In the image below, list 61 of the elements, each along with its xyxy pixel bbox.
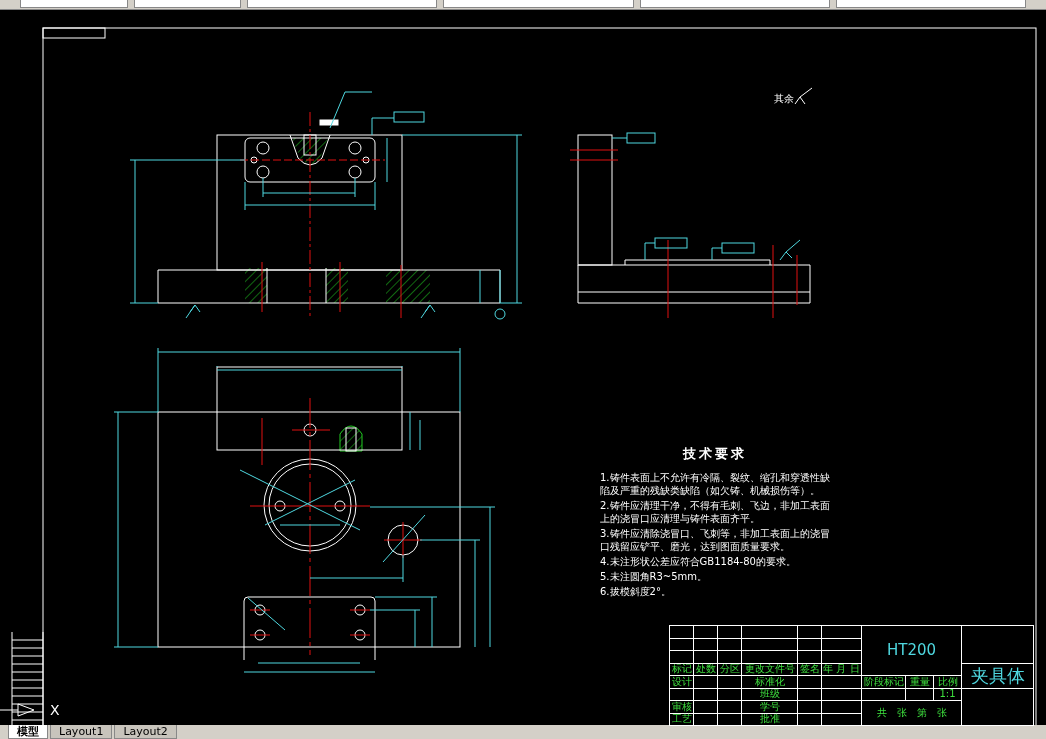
layout-tab[interactable]: Layout2 — [114, 725, 177, 739]
toolbar-dropdown[interactable] — [639, 0, 830, 8]
title-block-cell — [822, 688, 862, 701]
title-block-cell — [694, 651, 718, 664]
title-block-label: 标准化 — [742, 676, 798, 689]
material-text: HT200 — [862, 626, 962, 676]
requirement-text: 6.拔模斜度2°。 — [600, 585, 672, 598]
roughness-icon — [794, 87, 813, 105]
title-block-label: 处数 — [694, 663, 718, 676]
title-block-label: 分区 — [718, 663, 742, 676]
title-block-label: 更改文件号 — [742, 663, 798, 676]
scale-value: 1:1 — [934, 688, 962, 701]
title-block-label: 设计 — [670, 676, 694, 689]
toolbar-dropdown[interactable] — [247, 0, 438, 8]
title-block-cell — [822, 676, 862, 689]
roughness-note: 其余 — [774, 94, 794, 104]
requirement-text: 4.未注形状公差应符合GB1184-80的要求。 — [600, 555, 797, 568]
title-block-cell — [718, 701, 742, 714]
ucs-icon — [0, 703, 35, 717]
requirement-text: 3.铸件应清除浇冒口、飞刺等，非加工表面上的浇冒口残留应铲平、磨光，达到图面质量要求。 — [600, 527, 830, 553]
title-block-cell — [906, 688, 934, 701]
axis-label: X — [50, 703, 60, 717]
toolbar-dropdown[interactable] — [443, 0, 634, 8]
title-block-cell — [798, 638, 822, 651]
toolbar-dropdown[interactable] — [133, 0, 242, 8]
toolbar-dropdown[interactable] — [20, 0, 128, 8]
requirement-text: 5.未注圆角R3~5mm。 — [600, 570, 709, 583]
title-block-label: 班级 — [742, 688, 798, 701]
title-block-cell — [742, 651, 798, 664]
title-block-cell — [822, 701, 862, 714]
title-block-label: 签名 — [798, 663, 822, 676]
title-block-cell — [718, 688, 742, 701]
title-block-cell — [822, 638, 862, 651]
toolbar-dropdown[interactable] — [835, 0, 1026, 8]
requirement-text: 1.铸件表面上不允许有冷隔、裂纹、缩孔和穿透性缺陷及严重的残缺类缺陷（如欠铸、机械损伤等）。 — [600, 471, 830, 497]
title-block-cell — [718, 638, 742, 651]
title-block-cell — [798, 701, 822, 714]
layout-tab[interactable]: 模型 — [8, 725, 48, 739]
title-block-cell — [742, 638, 798, 651]
title-block-label: 学号 — [742, 701, 798, 714]
title-block-label: 重量 — [906, 676, 934, 689]
requirements-title: 技术要求 — [683, 445, 747, 463]
part-name: 夹具体 — [962, 663, 1034, 689]
title-block-cell — [798, 688, 822, 701]
title-block-cell — [694, 638, 718, 651]
title-block-cell — [798, 651, 822, 664]
title-block-label: 标记 — [670, 663, 694, 676]
title-block-label: 阶段标记 — [862, 676, 906, 689]
layout-tab[interactable]: Layout1 — [50, 725, 113, 739]
title-block-cell — [718, 651, 742, 664]
title-block-cell — [694, 676, 718, 689]
title-block-label: 年 月 日 — [822, 663, 862, 676]
title-block-cell — [798, 676, 822, 689]
title-block-cell — [694, 688, 718, 701]
title-block-cell — [718, 676, 742, 689]
title-block-label: 比例 — [934, 676, 962, 689]
requirement-text: 2.铸件应清理干净，不得有毛刺、飞边，非加工表面上的浇冒口应清理与铸件表面齐平。 — [600, 499, 830, 525]
title-block-label: 审核 — [670, 701, 694, 714]
title-block-cell — [862, 688, 906, 701]
title-block-cell — [694, 701, 718, 714]
title-block-cell — [822, 651, 862, 664]
